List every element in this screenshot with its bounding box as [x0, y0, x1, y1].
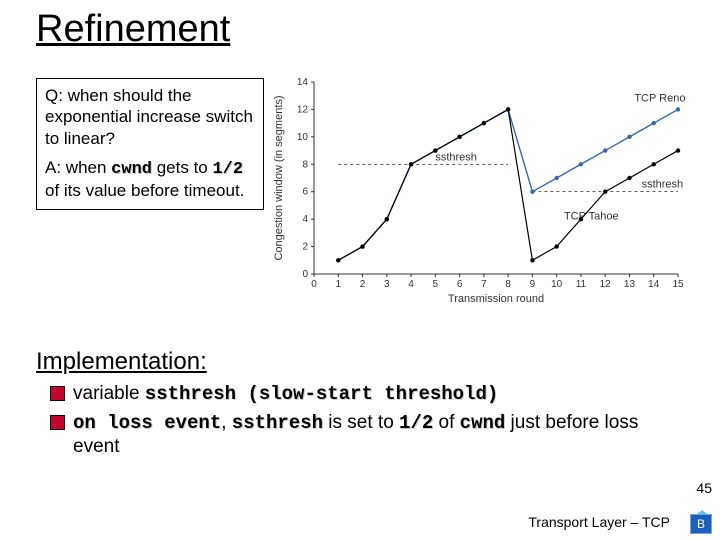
svg-text:6: 6 [302, 187, 308, 198]
answer: A: when cwnd gets to 1/2 of its value be… [45, 157, 255, 202]
svg-text:TCP Tahoe: TCP Tahoe [564, 210, 619, 222]
svg-text:3: 3 [384, 279, 390, 290]
svg-text:10: 10 [297, 132, 309, 143]
svg-text:8: 8 [505, 279, 511, 290]
a-cwnd: cwnd [111, 160, 152, 179]
bullet-text-1: variable ssthresh (slow-start threshold) [73, 382, 498, 407]
svg-text:14: 14 [648, 279, 660, 290]
svg-text:12: 12 [600, 279, 612, 290]
bullet-icon [50, 386, 65, 401]
impl-heading: Implementation: [36, 348, 676, 376]
slide-title: Refinement [36, 8, 230, 51]
bullet-text-2: on loss event, ssthresh is set to 1/2 of… [73, 411, 676, 460]
q-label: Q: [45, 86, 63, 105]
congestion-chart: 024681012140123456789101112131415Transmi… [268, 74, 688, 304]
list-item: on loss event, ssthresh is set to 1/2 of… [50, 411, 676, 460]
svg-text:Transmission round: Transmission round [448, 293, 544, 304]
svg-text:7: 7 [481, 279, 487, 290]
a-post: of its value before timeout. [45, 181, 244, 200]
svg-text:13: 13 [624, 279, 636, 290]
svg-text:9: 9 [530, 279, 536, 290]
implementation-section: Implementation: variable ssthresh (slow-… [36, 348, 676, 464]
footer-text: Transport Layer – TCP [528, 514, 670, 530]
svg-text:Congestion window (in segments: Congestion window (in segments) [273, 95, 285, 260]
svg-text:ssthresh: ssthresh [642, 179, 684, 191]
svg-text:15: 15 [672, 279, 684, 290]
page-number: 45 [696, 480, 712, 496]
question: Q: when should the exponential increase … [45, 85, 255, 149]
list-item: variable ssthresh (slow-start threshold) [50, 382, 676, 407]
svg-text:6: 6 [457, 279, 463, 290]
svg-text:12: 12 [297, 104, 309, 115]
svg-text:5: 5 [433, 279, 439, 290]
q-text: when should the exponential increase swi… [45, 86, 253, 148]
qa-box: Q: when should the exponential increase … [36, 78, 264, 210]
bullet-icon [50, 415, 65, 430]
svg-text:4: 4 [302, 214, 308, 225]
svg-text:4: 4 [408, 279, 414, 290]
svg-text:1: 1 [335, 279, 341, 290]
a-label: A: [45, 158, 61, 177]
a-mid: gets to [152, 158, 212, 177]
back-badge[interactable]: B [690, 514, 712, 534]
svg-text:0: 0 [302, 269, 308, 280]
a-half: 1/2 [212, 160, 243, 179]
svg-text:11: 11 [576, 279, 587, 290]
svg-text:ssthresh: ssthresh [435, 151, 477, 163]
svg-text:10: 10 [551, 279, 563, 290]
svg-text:TCP Reno: TCP Reno [634, 92, 685, 104]
svg-text:14: 14 [297, 77, 309, 88]
svg-text:0: 0 [311, 279, 317, 290]
svg-text:2: 2 [302, 242, 308, 253]
svg-text:8: 8 [302, 159, 308, 170]
svg-text:2: 2 [360, 279, 366, 290]
a-pre: when [66, 158, 111, 177]
